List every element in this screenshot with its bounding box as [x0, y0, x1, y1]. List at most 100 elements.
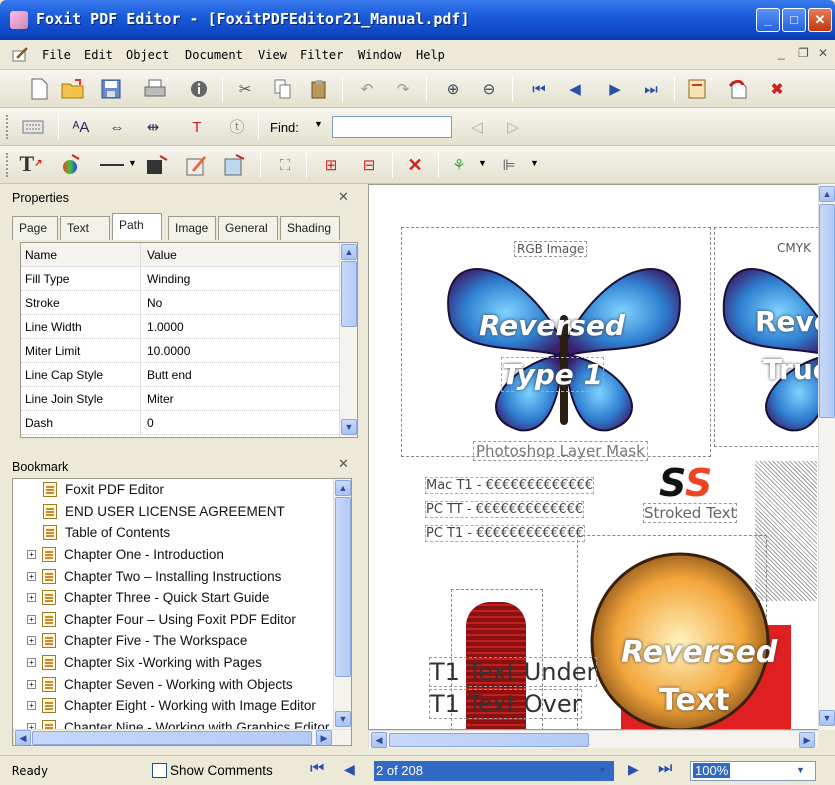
document-view[interactable]: RGB Image Reversed Type 1 Photoshop Laye… [368, 184, 820, 730]
scroll-thumb[interactable] [389, 733, 589, 747]
document-vscrollbar[interactable]: ▲ ▼ [818, 184, 835, 730]
add-text-icon[interactable]: T ↗ [18, 151, 44, 177]
expand-icon[interactable]: + [27, 636, 36, 646]
scroll-right-button[interactable]: ▶ [316, 730, 332, 745]
bookmark-item[interactable]: + Chapter Three - Quick Start Guide [19, 587, 337, 609]
bookmark-item[interactable]: END USER LICENSE AGREEMENT [19, 501, 337, 523]
add-image-icon[interactable] [144, 152, 170, 178]
property-value[interactable]: 0 [141, 411, 154, 434]
scroll-up-button[interactable]: ▲ [341, 244, 357, 260]
find-input[interactable] [332, 116, 452, 138]
save-icon[interactable] [98, 76, 124, 102]
cut-icon[interactable]: ✂ [232, 76, 258, 102]
expand-icon[interactable]: + [27, 679, 36, 689]
bookmark-item[interactable]: + Chapter Four – Using Foxit PDF Editor [19, 609, 337, 631]
properties-close-button[interactable]: ✕ [338, 189, 349, 205]
mdi-minimize-button[interactable]: _ [778, 46, 785, 60]
page-number-field[interactable]: 2 of 208 [374, 761, 614, 781]
bookmark-item[interactable]: + Chapter Eight - Working with Image Edit… [19, 695, 337, 717]
delete-page-icon[interactable] [726, 76, 752, 102]
close-button[interactable]: ✕ [808, 8, 832, 32]
color-picker-dropdown[interactable]: ▼ [478, 158, 487, 168]
scroll-left-button[interactable]: ◀ [371, 732, 387, 748]
word-spacing-icon[interactable]: ⇹ [140, 114, 166, 140]
menu-object[interactable]: Object [126, 48, 169, 62]
expand-icon[interactable]: + [27, 550, 36, 560]
new-file-icon[interactable] [26, 76, 52, 102]
scroll-down-button[interactable]: ▼ [335, 711, 351, 727]
print-icon[interactable] [142, 76, 168, 102]
scroll-thumb[interactable] [335, 497, 351, 677]
scroll-right-button[interactable]: ▶ [799, 732, 815, 748]
edit-image-icon[interactable] [184, 152, 210, 178]
color-picker-icon[interactable]: ⚘ [446, 152, 472, 178]
bookmark-item[interactable]: + Chapter Six -Working with Pages [19, 652, 337, 674]
align-objects-icon[interactable]: ⊫ [496, 152, 522, 178]
bookmark-item[interactable]: Table of Contents [19, 522, 337, 544]
maximize-button[interactable]: □ [782, 8, 806, 32]
property-row[interactable]: Line Join Style Miter [21, 387, 357, 411]
line-tool-dropdown[interactable]: ▼ [128, 158, 137, 168]
status-next-page-icon[interactable]: ▶ [628, 761, 639, 778]
scroll-left-button[interactable]: ◀ [15, 730, 31, 745]
paste-icon[interactable] [306, 76, 332, 102]
zoom-dropdown-arrow[interactable]: ▼ [796, 765, 805, 775]
menu-help[interactable]: Help [416, 48, 445, 62]
page-properties-icon[interactable] [684, 76, 710, 102]
expand-icon[interactable]: + [27, 701, 36, 711]
property-row[interactable]: Miter Limit 10.0000 [21, 339, 357, 363]
document-info-icon[interactable] [186, 76, 212, 102]
scroll-up-button[interactable]: ▲ [335, 480, 351, 496]
expand-icon[interactable]: + [27, 593, 36, 603]
page-dropdown-arrow[interactable]: ▼ [598, 765, 607, 775]
tab-image[interactable]: Image [168, 216, 216, 240]
toolbar-grip[interactable] [6, 153, 9, 177]
scroll-up-button[interactable]: ▲ [819, 186, 835, 202]
menu-document[interactable]: Document [185, 48, 243, 62]
bookmark-item[interactable]: + Chapter Two – Installing Instructions [19, 565, 337, 587]
status-prev-page-icon[interactable]: ◀ [344, 761, 355, 778]
find-previous-icon[interactable]: ◁ [464, 114, 490, 140]
delete-object-icon[interactable]: ✕ [402, 152, 428, 178]
property-value[interactable]: Butt end [141, 363, 192, 386]
bookmark-item[interactable]: + Chapter One - Introduction [19, 544, 337, 566]
property-value[interactable]: 1.0000 [141, 315, 184, 338]
scroll-thumb[interactable] [32, 731, 312, 745]
group-objects-icon[interactable]: ⊞ [318, 152, 344, 178]
zoom-in-icon[interactable]: ⊕ [440, 76, 466, 102]
mdi-close-button[interactable]: ✕ [818, 46, 828, 60]
property-value[interactable]: Winding [141, 267, 190, 290]
document-hscrollbar[interactable]: ◀ ▶ [368, 730, 818, 748]
scroll-thumb[interactable] [819, 204, 835, 418]
first-page-icon[interactable]: ⏮ [526, 76, 552, 102]
menu-window[interactable]: Window [358, 48, 401, 62]
redo-icon[interactable]: ↷ [390, 76, 416, 102]
scroll-down-button[interactable]: ▼ [819, 710, 835, 726]
keyboard-icon[interactable] [20, 114, 46, 140]
property-row[interactable]: Line Width 1.0000 [21, 315, 357, 339]
text-color-icon[interactable]: T [184, 114, 210, 140]
scroll-down-button[interactable]: ▼ [341, 419, 357, 435]
minimize-button[interactable]: _ [756, 8, 780, 32]
tab-page[interactable]: Page [12, 216, 58, 240]
next-page-icon[interactable]: ▶ [602, 76, 628, 102]
expand-icon[interactable]: + [27, 571, 36, 581]
line-tool-icon[interactable] [100, 164, 124, 166]
edit-form-icon[interactable] [222, 152, 248, 178]
align-objects-dropdown[interactable]: ▼ [530, 158, 539, 168]
toolbar-grip[interactable] [6, 115, 9, 139]
find-next-icon[interactable]: ▷ [500, 114, 526, 140]
property-grid-scrollbar[interactable]: ▲ ▼ [339, 243, 357, 437]
property-row[interactable]: Dash 0 [21, 411, 357, 435]
menu-view[interactable]: View [258, 48, 287, 62]
status-first-page-icon[interactable]: ⏮ [310, 760, 324, 778]
font-size-icon[interactable]: ᴬA [68, 114, 94, 140]
mdi-restore-button[interactable]: ❐ [798, 46, 809, 60]
show-comments-checkbox[interactable] [152, 763, 167, 778]
property-value[interactable]: 10.0000 [141, 339, 190, 362]
scroll-thumb[interactable] [341, 261, 357, 327]
ungroup-objects-icon[interactable]: ⊟ [356, 152, 382, 178]
property-value[interactable]: Miter [141, 387, 174, 410]
previous-page-icon[interactable]: ◀ [562, 76, 588, 102]
add-shape-icon[interactable] [58, 152, 84, 178]
